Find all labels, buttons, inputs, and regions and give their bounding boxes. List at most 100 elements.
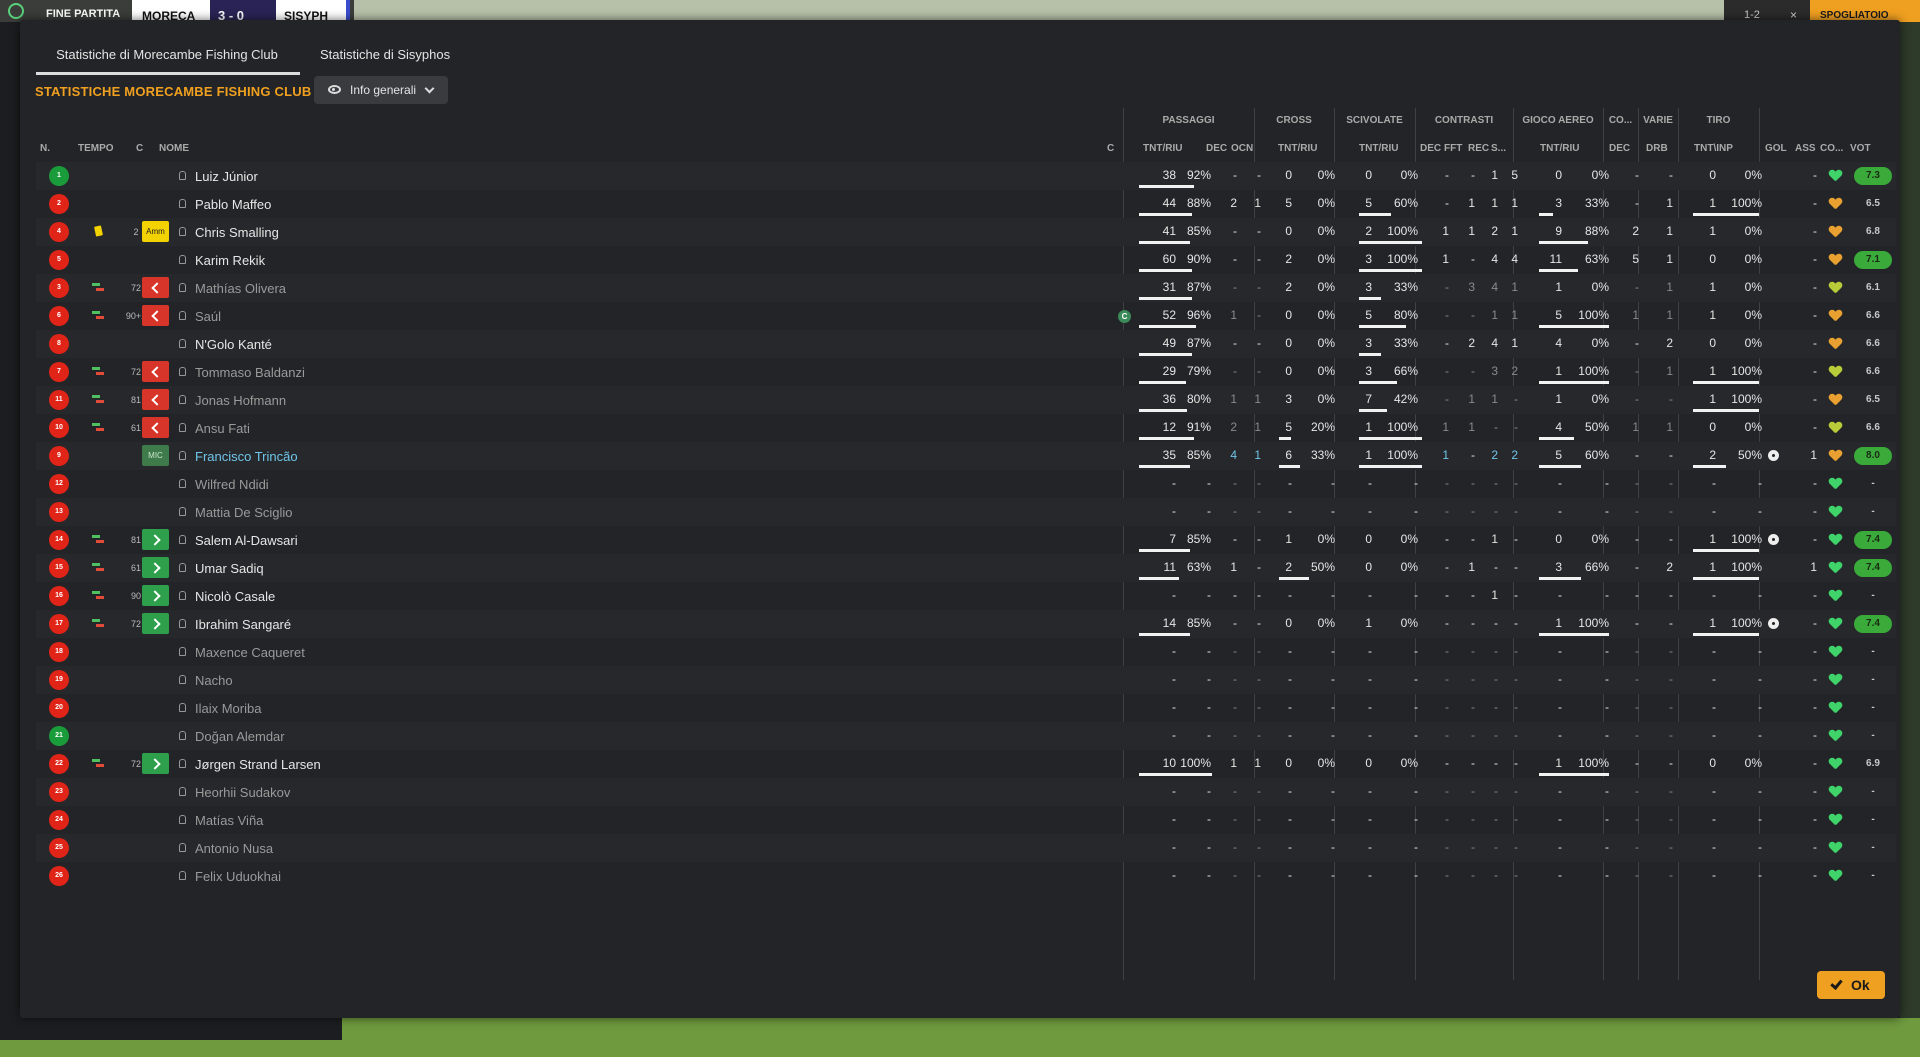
player-row[interactable]: 20 Ilaix Moriba - - - - - - - - - - - - - - - - - - - -: [36, 694, 1896, 722]
assists-value: 1: [1810, 448, 1817, 462]
rating-badge: -: [1871, 786, 1875, 797]
column-header-pass-dec[interactable]: DEC: [1206, 143, 1227, 154]
view-dropdown[interactable]: Info generali: [314, 76, 448, 104]
player-row[interactable]: 4 2 Amm Chris Smalling 41 85% - -0 0% 2 100% 1 1 2 1 9 8…: [36, 218, 1896, 246]
player-row[interactable]: 15 61 Umar Sadiq 11 63% 1-2 50% 0 0% -1- -3 66% -2 1 1…: [36, 554, 1896, 582]
tab-away-stats[interactable]: Statistiche di Sisyphos: [320, 47, 450, 62]
player-name[interactable]: Ibrahim Sangaré: [195, 617, 291, 632]
stat-cell: 2: [1709, 448, 1716, 462]
background-pitch-right: [1900, 22, 1920, 1022]
player-name[interactable]: Doğan Alemdar: [195, 729, 285, 744]
column-header-pass-ocn[interactable]: OCN: [1231, 143, 1253, 154]
player-name[interactable]: Antonio Nusa: [195, 841, 273, 856]
player-name[interactable]: Pablo Maffeo: [195, 197, 271, 212]
player-row[interactable]: 10 61 Ansu Fati 12 91% 2 1 5 20% 1 100% 1 1- -4 50% 1 1 0…: [36, 414, 1896, 442]
player-row[interactable]: 18 Maxence Caqueret - - - - - - - - - - - - - - - - - - - -: [36, 638, 1896, 666]
column-header-tempo[interactable]: TEMPO: [78, 143, 114, 154]
player-row[interactable]: 12 Wilfred Ndidi - - - - - - - - - - - - - - - - - - - -: [36, 470, 1896, 498]
condition-heart-icon: [1829, 506, 1842, 519]
player-name[interactable]: Jørgen Strand Larsen: [195, 757, 321, 772]
player-row[interactable]: 9 MIC Francisco Trincão 35 85% 4 1 6 33% 1 100% 1 - 2…: [36, 442, 1896, 470]
player-row[interactable]: 22 72 Jørgen Strand Larsen 10 100% 1 1 0 0% 0 0% - -…: [36, 750, 1896, 778]
player-name[interactable]: Saúl: [195, 309, 221, 324]
stat-cell: -: [1414, 504, 1418, 518]
player-row[interactable]: 1 Luiz Júnior 38 92% - -0 0% 0 0% - -1 5 0 0% - -0 0% -7.…: [36, 162, 1896, 190]
stat-cell: -: [1331, 644, 1335, 658]
player-row[interactable]: 5 Karim Rekik 60 90% - -2 0% 3 100% 1-4 4 11 63% 5 1 0 0…: [36, 246, 1896, 274]
stat-cell: 50%: [1310, 560, 1335, 574]
background-panel: [0, 1018, 342, 1040]
column-header-gol[interactable]: GOL: [1765, 143, 1787, 154]
player-name[interactable]: N'Golo Kanté: [195, 337, 272, 352]
stat-cell: -: [1172, 700, 1176, 714]
player-row[interactable]: 19 Nacho - - - - - - - - - - - - - - - - - - - -: [36, 666, 1896, 694]
ok-button[interactable]: Ok: [1817, 971, 1885, 999]
player-name[interactable]: Salem Al-Dawsari: [195, 533, 298, 548]
column-header-nome[interactable]: NOME: [159, 143, 189, 154]
column-header-co-dec[interactable]: DEC: [1609, 143, 1630, 154]
player-name[interactable]: Nicolò Casale: [195, 589, 275, 604]
column-header-vot[interactable]: VOT: [1850, 143, 1871, 154]
column-header-tiro-tnt[interactable]: TNT\INP: [1694, 143, 1733, 154]
player-name[interactable]: Maxence Caqueret: [195, 645, 305, 660]
dressing-room-button[interactable]: SPOGLIATOIO: [1810, 0, 1920, 22]
player-name[interactable]: Ansu Fati: [195, 421, 250, 436]
player-row[interactable]: 25 Antonio Nusa - - - - - - - - - - - - - - - - - - - -: [36, 834, 1896, 862]
player-row[interactable]: 6 90+1 Saúl C 52 96% 1-0 0% 5 80% - -1 1 5 100% 1 1 1 0% -6…: [36, 302, 1896, 330]
column-header-co[interactable]: CO...: [1820, 143, 1843, 154]
column-header-con-dec[interactable]: DEC: [1420, 143, 1441, 154]
player-row[interactable]: 13 Mattia De Sciglio - - - - - - - - - - - - - - - - - - - -: [36, 498, 1896, 526]
player-row[interactable]: 3 72 Mathías Olivera 31 87% - -2 0% 3 33% -3 4 1 1 0% -…: [36, 274, 1896, 302]
player-row[interactable]: 8 N'Golo Kanté 49 87% - -0 0% 3 33% -2 4 1 4 0% -2 0 0% -…: [36, 330, 1896, 358]
column-header-con-fft[interactable]: FFT: [1444, 143, 1462, 154]
player-name[interactable]: Mathías Olivera: [195, 281, 286, 296]
column-header-n[interactable]: N.: [40, 143, 50, 154]
stat-cell: 1: [1442, 252, 1449, 266]
player-name[interactable]: Heorhii Sudakov: [195, 785, 290, 800]
player-name[interactable]: Ilaix Moriba: [195, 701, 261, 716]
column-header-aer-tnt[interactable]: TNT/RIU: [1540, 143, 1579, 154]
column-header-con-s[interactable]: S...: [1491, 143, 1506, 154]
player-row[interactable]: 21 Doğan Alemdar - - - - - - - - - - - - - - - - - - - -: [36, 722, 1896, 750]
person-icon: [179, 843, 186, 852]
column-header-cross-tnt[interactable]: TNT/RIU: [1278, 143, 1317, 154]
column-header-c[interactable]: C: [136, 143, 143, 154]
player-name[interactable]: Jonas Hofmann: [195, 393, 286, 408]
stat-cell: -: [1288, 476, 1292, 490]
player-name[interactable]: Luiz Júnior: [195, 169, 258, 184]
player-name[interactable]: Felix Uduokhai: [195, 869, 281, 884]
column-header-sciv-tnt[interactable]: TNT/RIU: [1359, 143, 1398, 154]
column-header-ass[interactable]: ASS: [1795, 143, 1816, 154]
rating-badge: 6.5: [1866, 198, 1880, 209]
player-name[interactable]: Nacho: [195, 673, 233, 688]
stat-cell: 3: [1365, 280, 1372, 294]
stat-cell: -: [1558, 672, 1562, 686]
player-row[interactable]: 23 Heorhii Sudakov - - - - - - - - - - - - - - - - - - - -: [36, 778, 1896, 806]
player-row[interactable]: 14 81 Salem Al-Dawsari 7 85% - -1 0% 0 0% - -1-0 0% -…: [36, 526, 1896, 554]
player-name[interactable]: Matías Viña: [195, 813, 263, 828]
player-row[interactable]: 2 Pablo Maffeo 44 88% 2 1 5 0% 5 60% -1 1 1 3 33% -1 1 10…: [36, 190, 1896, 218]
player-name[interactable]: Karim Rekik: [195, 253, 265, 268]
player-row[interactable]: 24 Matías Viña - - - - - - - - - - - - - - - - - - - -: [36, 806, 1896, 834]
player-name[interactable]: Mattia De Sciglio: [195, 505, 293, 520]
player-name[interactable]: Wilfred Ndidi: [195, 477, 269, 492]
stat-cell: -: [1257, 504, 1261, 518]
column-header-var-drb[interactable]: DRB: [1646, 143, 1668, 154]
player-row[interactable]: 16 90 Nicolò Casale - - - - - - - - - -1- - - - - - - - -: [36, 582, 1896, 610]
top-right-control[interactable]: 1-2: [1724, 0, 1782, 22]
tab-home-stats[interactable]: Statistiche di Morecambe Fishing Club: [54, 47, 280, 62]
player-name[interactable]: Francisco Trincão: [195, 449, 298, 464]
column-header-con-rec[interactable]: REC: [1468, 143, 1489, 154]
player-row[interactable]: 26 Felix Uduokhai - - - - - - - - - - - - - - - - - - - -: [36, 862, 1896, 890]
column-header-c2[interactable]: C: [1107, 143, 1114, 154]
player-name[interactable]: Chris Smalling: [195, 225, 279, 240]
player-name[interactable]: Tommaso Baldanzi: [195, 365, 305, 380]
player-row[interactable]: 7 72 Tommaso Baldanzi 29 79% - -0 0% 3 66% - -3 2 1 10…: [36, 358, 1896, 386]
player-row[interactable]: 17 72 Ibrahim Sangaré 14 85% - -0 0% 1 0% - - - -1 100…: [36, 610, 1896, 638]
close-icon[interactable]: ×: [1782, 0, 1810, 22]
column-header-pass-tnt[interactable]: TNT/RIU: [1143, 143, 1182, 154]
stat-cell: -: [1758, 672, 1762, 686]
person-icon: [179, 787, 186, 796]
player-name[interactable]: Umar Sadiq: [195, 561, 264, 576]
player-row[interactable]: 11 81 Jonas Hofmann 36 80% 1 1 3 0% 7 42% -1 1-1 0% - -…: [36, 386, 1896, 414]
